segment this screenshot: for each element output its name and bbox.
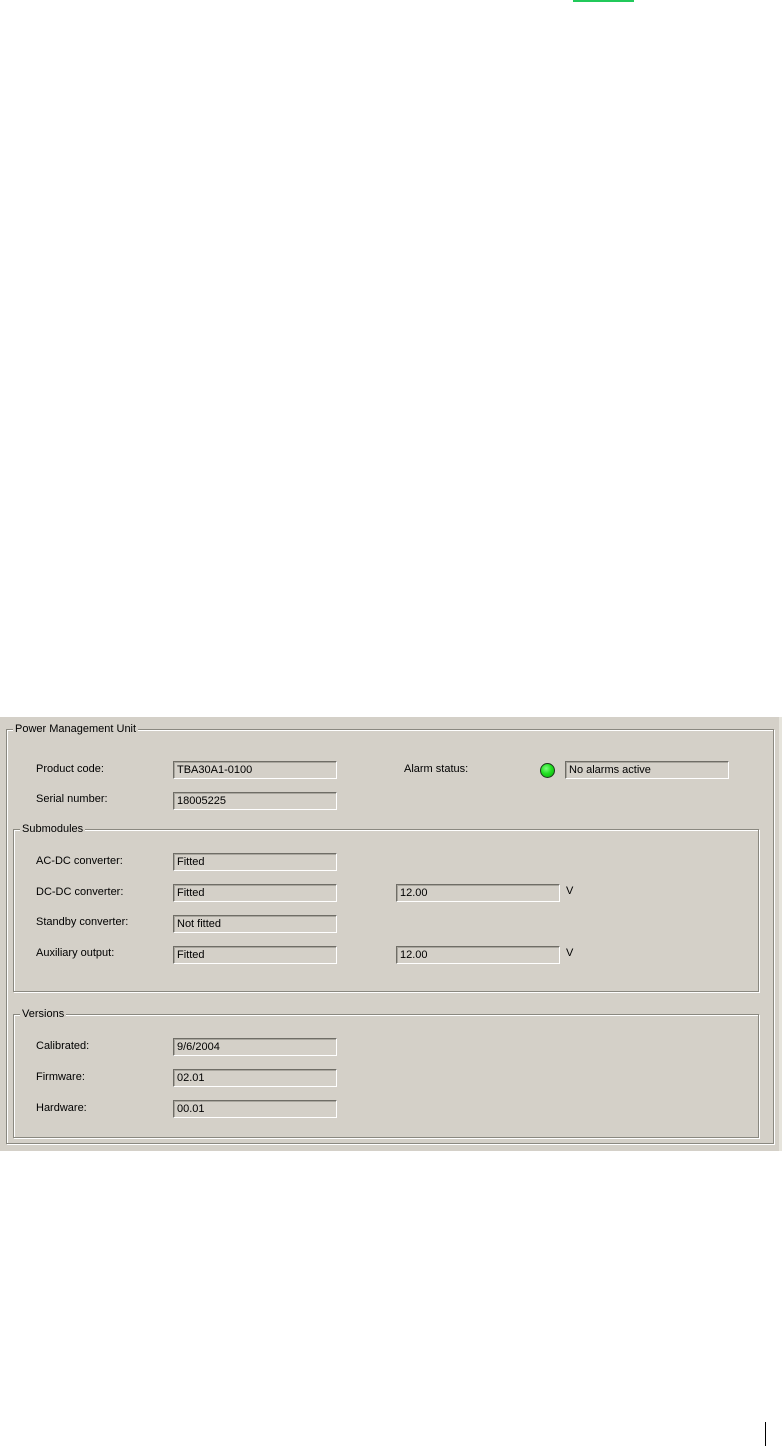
product-code-label: Product code: bbox=[36, 763, 104, 775]
submodules-title: Submodules bbox=[20, 822, 86, 836]
dc-dc-voltage-field[interactable]: 12.00 bbox=[396, 884, 560, 902]
top-highlight-mark bbox=[573, 0, 634, 2]
alarm-status-led-icon bbox=[540, 763, 555, 778]
alarm-status-label: Alarm status: bbox=[404, 763, 469, 775]
versions-group: Versions bbox=[13, 1007, 759, 1138]
calibrated-field[interactable]: 9/6/2004 bbox=[173, 1038, 337, 1056]
auxiliary-output-voltage-unit: V bbox=[566, 947, 574, 959]
serial-number-field[interactable]: 18005225 bbox=[173, 792, 337, 810]
ac-dc-converter-field[interactable]: Fitted bbox=[173, 853, 337, 871]
auxiliary-output-label: Auxiliary output: bbox=[36, 947, 115, 959]
firmware-label: Firmware: bbox=[36, 1071, 85, 1083]
power-management-unit-title: Power Management Unit bbox=[13, 722, 139, 736]
hardware-label: Hardware: bbox=[36, 1102, 87, 1114]
auxiliary-output-voltage-field[interactable]: 12.00 bbox=[396, 946, 560, 964]
alarm-status-field[interactable]: No alarms active bbox=[565, 761, 729, 779]
hardware-field[interactable]: 00.01 bbox=[173, 1100, 337, 1118]
text-cursor-bar bbox=[765, 1422, 766, 1446]
standby-converter-field[interactable]: Not fitted bbox=[173, 915, 337, 933]
standby-converter-label: Standby converter: bbox=[36, 916, 129, 928]
versions-title: Versions bbox=[20, 1007, 67, 1021]
auxiliary-output-field[interactable]: Fitted bbox=[173, 946, 337, 964]
dc-dc-converter-label: DC-DC converter: bbox=[36, 886, 124, 898]
submodules-group: Submodules bbox=[13, 822, 759, 992]
firmware-field[interactable]: 02.01 bbox=[173, 1069, 337, 1087]
serial-number-label: Serial number: bbox=[36, 793, 108, 805]
product-code-field[interactable]: TBA30A1-0100 bbox=[173, 761, 337, 779]
dc-dc-converter-field[interactable]: Fitted bbox=[173, 884, 337, 902]
ac-dc-converter-label: AC-DC converter: bbox=[36, 855, 123, 867]
dc-dc-voltage-unit: V bbox=[566, 885, 574, 897]
calibrated-label: Calibrated: bbox=[36, 1040, 90, 1052]
